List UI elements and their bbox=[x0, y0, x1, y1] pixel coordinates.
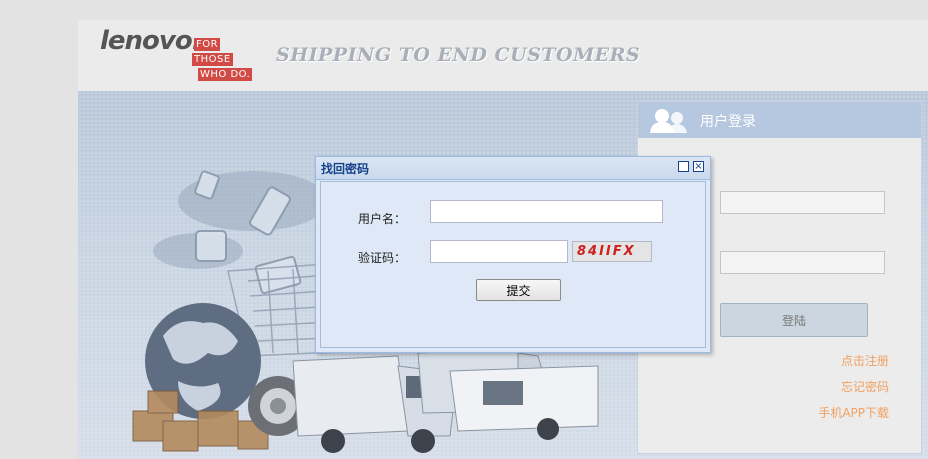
register-link[interactable]: 点击注册 bbox=[841, 352, 889, 369]
login-button[interactable]: 登陆 bbox=[720, 303, 868, 337]
captcha-label: 验证码： bbox=[358, 251, 407, 265]
login-title: 用户登录 bbox=[700, 114, 756, 130]
username-input[interactable] bbox=[430, 200, 663, 223]
close-icon[interactable]: × bbox=[693, 161, 704, 172]
users-icon bbox=[650, 109, 687, 133]
lenovo-logo: lenovo. bbox=[100, 26, 202, 56]
recover-password-dialog: 找回密码 × 用户名： 验证码： 84IIFX 提交 bbox=[315, 156, 711, 353]
slogan: SHIPPING TO END CUSTOMERS bbox=[276, 44, 641, 66]
login-password-input[interactable] bbox=[720, 251, 885, 274]
app-download-link[interactable]: 手机APP下载 bbox=[818, 404, 889, 421]
dialog-body: 用户名： 验证码： 84IIFX 提交 bbox=[320, 181, 706, 348]
login-header: 用户登录 bbox=[638, 102, 921, 138]
dialog-header: 找回密码 × bbox=[316, 157, 710, 180]
dialog-title: 找回密码 bbox=[321, 162, 370, 176]
username-label: 用户名： bbox=[358, 212, 407, 226]
header: lenovo. FOR THOSE WHO DO. SHIPPING TO EN… bbox=[78, 20, 928, 91]
for-those-who-do-logo: FOR THOSE WHO DO. bbox=[192, 38, 253, 81]
captcha-image[interactable]: 84IIFX bbox=[572, 241, 652, 262]
maximize-icon[interactable] bbox=[678, 161, 689, 172]
captcha-input[interactable] bbox=[430, 240, 568, 263]
login-username-input[interactable] bbox=[720, 191, 885, 214]
forgot-password-link[interactable]: 忘记密码 bbox=[841, 378, 889, 395]
submit-button[interactable]: 提交 bbox=[476, 279, 561, 301]
